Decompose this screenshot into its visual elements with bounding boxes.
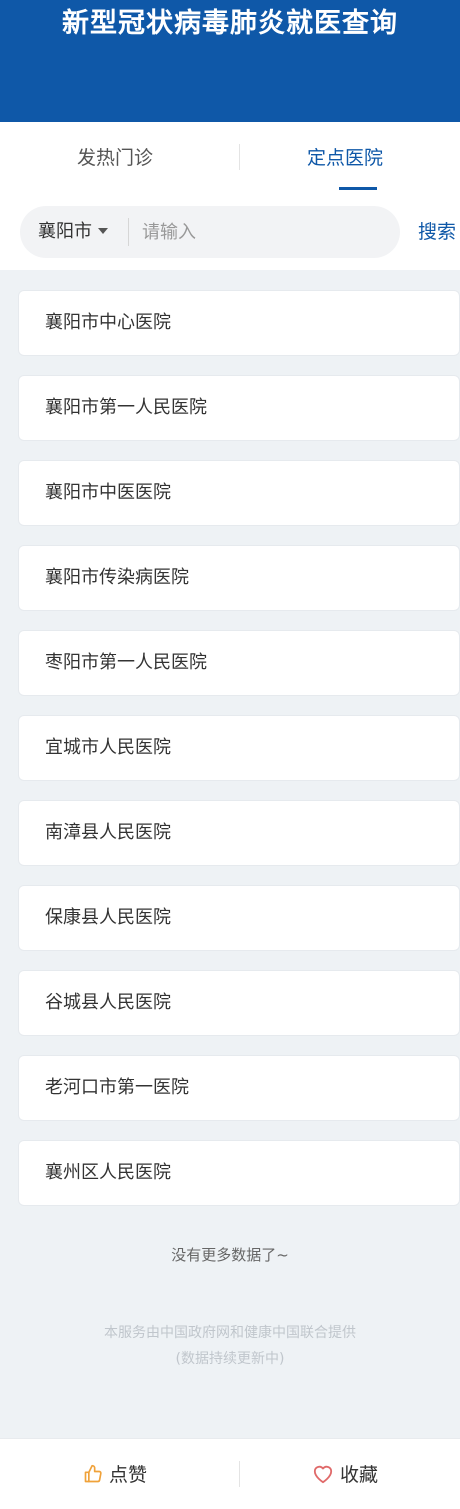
hospital-list: 襄阳市中心医院 襄阳市第一人民医院 襄阳市中医医院 襄阳市传染病医院 枣阳市第一… bbox=[18, 290, 460, 1225]
search-input[interactable] bbox=[140, 206, 390, 258]
hospital-item[interactable]: 襄州区人民医院 bbox=[18, 1140, 460, 1206]
like-button[interactable]: 点赞 bbox=[0, 1439, 230, 1509]
hospital-item[interactable]: 宜城市人民医院 bbox=[18, 715, 460, 781]
search-divider bbox=[128, 218, 129, 246]
hospital-item[interactable]: 谷城县人民医院 bbox=[18, 970, 460, 1036]
caret-down-icon bbox=[98, 227, 108, 234]
city-selector[interactable]: 襄阳市 bbox=[38, 206, 108, 258]
favorite-label: 收藏 bbox=[339, 1464, 378, 1486]
hospital-item[interactable]: 襄阳市中医医院 bbox=[18, 460, 460, 526]
search-button[interactable]: 搜索 bbox=[418, 196, 456, 270]
search-box: 襄阳市 bbox=[20, 206, 400, 258]
heart-icon bbox=[313, 1465, 333, 1483]
hospital-item[interactable]: 南漳县人民医院 bbox=[18, 800, 460, 866]
service-note: 本服务由中国政府网和健康中国联合提供 (数据持续更新中) bbox=[0, 1320, 460, 1372]
search-bar: 襄阳市 搜索 bbox=[0, 196, 460, 270]
hospital-item[interactable]: 襄阳市传染病医院 bbox=[18, 545, 460, 611]
thumbs-up-icon bbox=[84, 1464, 102, 1482]
tab-designated-hospital[interactable]: 定点医院 bbox=[230, 122, 460, 196]
city-label: 襄阳市 bbox=[38, 221, 92, 242]
hospital-item[interactable]: 襄阳市中心医院 bbox=[18, 290, 460, 356]
hospital-item[interactable]: 老河口市第一医院 bbox=[18, 1055, 460, 1121]
page-title: 新型冠状病毒肺炎就医查询 bbox=[62, 8, 398, 39]
tab-bar: 发热门诊 定点医院 bbox=[0, 122, 460, 196]
active-tab-indicator bbox=[339, 187, 377, 190]
bottom-action-bar: 点赞 收藏 bbox=[0, 1438, 460, 1509]
hospital-item[interactable]: 枣阳市第一人民医院 bbox=[18, 630, 460, 696]
hospital-item[interactable]: 襄阳市第一人民医院 bbox=[18, 375, 460, 441]
service-note-line2: (数据持续更新中) bbox=[175, 1351, 285, 1367]
favorite-button[interactable]: 收藏 bbox=[230, 1439, 460, 1509]
list-end-text: 没有更多数据了~ bbox=[171, 1246, 289, 1264]
service-note-line1: 本服务由中国政府网和健康中国联合提供 bbox=[104, 1325, 356, 1341]
tab-fever-clinic[interactable]: 发热门诊 bbox=[0, 122, 230, 196]
app-header: 新型冠状病毒肺炎就医查询 bbox=[0, 0, 460, 122]
hospital-item[interactable]: 保康县人民医院 bbox=[18, 885, 460, 951]
like-label: 点赞 bbox=[108, 1464, 147, 1486]
